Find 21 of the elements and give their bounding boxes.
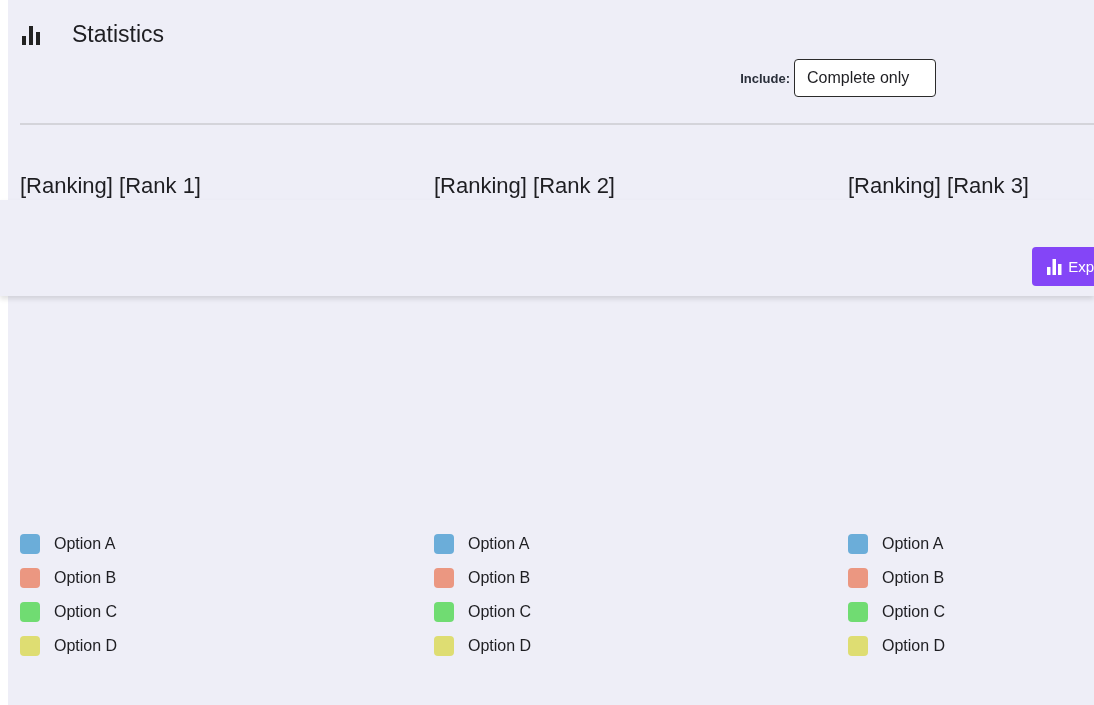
include-dropdown[interactable]: Complete only	[794, 59, 936, 97]
legend-label: Option D	[882, 637, 946, 655]
page-title: Statistics	[72, 20, 165, 48]
legend-label: Option D	[54, 637, 118, 655]
legend-label: Option C	[468, 603, 532, 621]
chart-title: [Ranking] [Rank 1]	[20, 172, 202, 200]
legend-label: Option C	[882, 603, 946, 621]
legend-label: Option B	[882, 569, 945, 587]
legend-label: Option A	[468, 535, 530, 553]
export-button[interactable]: Exp	[1032, 247, 1094, 286]
legend-label: Option B	[468, 569, 531, 587]
chart-title: [Ranking] [Rank 3]	[848, 172, 1030, 200]
legend-label: Option D	[468, 637, 532, 655]
bar-chart-icon	[1047, 258, 1063, 275]
bar-chart-icon	[22, 25, 41, 45]
chart-title: [Ranking] [Rank 2]	[434, 172, 616, 200]
legend-label: Option A	[54, 535, 116, 553]
legend-label: Option A	[882, 535, 944, 553]
legend-label: Option B	[54, 569, 117, 587]
include-label: Include:	[740, 70, 790, 86]
legend-label: Option C	[54, 603, 118, 621]
